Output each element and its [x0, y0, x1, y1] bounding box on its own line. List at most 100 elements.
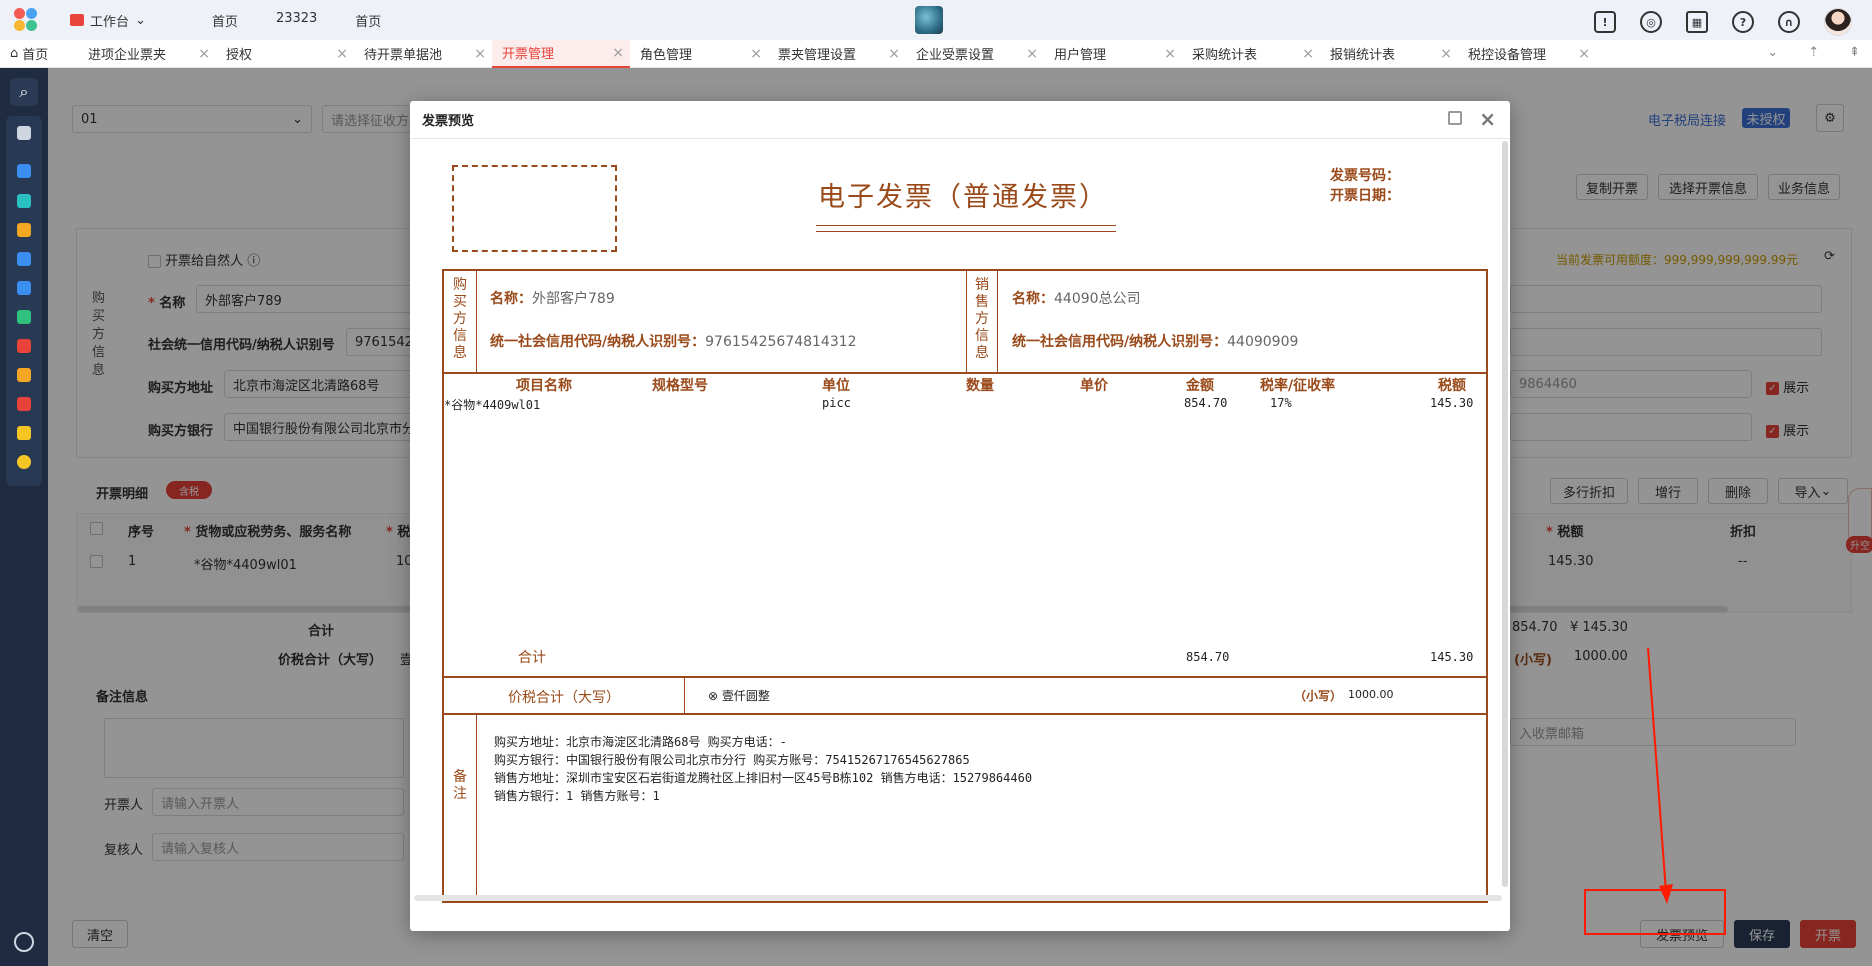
theme-icon[interactable]: ◎ [1640, 11, 1662, 33]
invoice-title: 电子发票（普通发票） [818, 182, 1108, 213]
remark-line-1: 购买方地址：北京市海淀区北清路68号 购买方电话：- [494, 735, 787, 749]
company-avatar[interactable] [915, 6, 943, 34]
tab-home[interactable]: ⌂ 首页 [0, 40, 78, 68]
close-icon[interactable]: × [612, 45, 624, 61]
sidebar: ⌕ [0, 68, 48, 966]
user-avatar[interactable] [1824, 8, 1852, 36]
col-tax: 税额 [1438, 378, 1466, 394]
file-icon[interactable] [17, 339, 31, 353]
col-spec: 规格型号 [652, 378, 708, 394]
top-nav-home-2[interactable]: 首页 [355, 11, 381, 30]
sum-label: 合计 [518, 650, 546, 666]
folder-icon[interactable] [17, 126, 31, 140]
col-item-name: 项目名称 [516, 378, 572, 394]
group-icon[interactable] [17, 368, 31, 382]
modal-horizontal-scrollbar[interactable] [414, 895, 1502, 901]
item-name: *谷物*4409wl01 [444, 398, 541, 412]
cube-icon[interactable] [17, 194, 31, 208]
item-table: 项目名称 规格型号 单位 数量 单价 金额 税率/征收率 税额 *谷物*4409… [444, 374, 1486, 674]
invoice-preview-modal: 发票预览 × 电子发票（普通发票） 发票号码： 开票日期： 购买方信息 销售方信… [410, 101, 1510, 931]
tab-auth[interactable]: 授权 × [216, 40, 354, 68]
item-unit: picc [822, 396, 851, 410]
tab-role-management[interactable]: 角色管理 × [630, 40, 768, 68]
item-tax: 145.30 [1430, 396, 1474, 410]
col-tax-rate: 税率/征收率 [1260, 378, 1336, 394]
maximize-icon[interactable] [1448, 111, 1462, 125]
modal-scrollbar[interactable] [1502, 141, 1508, 887]
title-underline-2 [816, 231, 1116, 232]
home-icon: ⌂ [10, 46, 19, 61]
book-icon[interactable] [17, 310, 31, 324]
settings-icon[interactable] [14, 932, 34, 952]
close-icon[interactable]: × [750, 46, 762, 62]
doc-icon[interactable] [17, 164, 31, 178]
sum-tax: 145.30 [1430, 650, 1474, 664]
top-nav-23323[interactable]: 23323 [276, 11, 317, 30]
close-icon[interactable]: × [336, 46, 348, 62]
coin-icon[interactable] [17, 455, 31, 469]
close-icon[interactable]: × [1026, 46, 1038, 62]
workspace-switcher[interactable]: 工作台 ⌄ [62, 7, 154, 34]
tab-bar: ⌂ 首页 进项企业票夹 × 授权 × 待开票单据池 × 开票管理 × 角色管理 × 票夹管… [0, 39, 1872, 68]
edit-icon[interactable] [17, 252, 31, 266]
collapse-icon[interactable]: ⇞ [1849, 45, 1860, 60]
tab-pending-pool[interactable]: 待开票单据池 × [354, 40, 492, 68]
tab-enterprise-receipt[interactable]: 企业受票设置 × [906, 40, 1044, 68]
seller-name-line: 名称：44090总公司 [1012, 291, 1141, 307]
invoice-frame: 购买方信息 销售方信息 名称：外部客户789 统一社会信用代码/纳税人识别号：9… [442, 269, 1488, 903]
tab-incoming-folder[interactable]: 进项企业票夹 × [78, 40, 216, 68]
tab-tax-device[interactable]: 税控设备管理 × [1458, 40, 1596, 68]
close-icon[interactable]: × [888, 46, 900, 62]
small-label: （小写） [1294, 689, 1343, 703]
chevron-down-icon: ⌄ [135, 12, 146, 28]
close-icon[interactable]: × [1479, 107, 1496, 131]
remark-vertical-label: 备注 [453, 769, 467, 802]
search-icon[interactable]: ⌕ [10, 78, 38, 106]
modal-title: 发票预览 [422, 114, 475, 129]
list-icon[interactable] [17, 426, 31, 440]
folder-red-icon[interactable] [17, 397, 31, 411]
tab-invoice-management[interactable]: 开票管理 × [492, 39, 630, 68]
col-unit-price: 单价 [1080, 378, 1108, 394]
close-icon[interactable]: × [1578, 46, 1590, 62]
seller-vertical-label: 销售方信息 [975, 277, 989, 361]
title-underline [816, 225, 1116, 226]
seller-name-value: 44090总公司 [1054, 291, 1141, 307]
workspace-label: 工作台 [90, 14, 130, 30]
support-icon[interactable]: ∩ [1778, 11, 1800, 33]
close-icon[interactable]: × [1440, 46, 1452, 62]
item-amount: 854.70 [1184, 396, 1228, 410]
tab-folder-settings[interactable]: 票夹管理设置 × [768, 40, 906, 68]
user-icon[interactable] [17, 223, 31, 237]
remark-line-3: 销售方地址：深圳市宝安区石岩街道龙腾社区上排旧村一区45号B栋102 销售方电话… [494, 771, 1033, 785]
top-nav-home[interactable]: 首页 [212, 11, 238, 30]
seal-placeholder [452, 165, 617, 252]
buyer-credit-value: 97615425674814312 [705, 334, 857, 350]
close-icon[interactable]: × [1302, 46, 1314, 62]
message-icon[interactable]: ! [1594, 11, 1616, 33]
modal-header: 发票预览 × [410, 101, 1510, 139]
calendar-icon[interactable]: ▦ [1686, 11, 1708, 33]
close-icon[interactable]: × [474, 46, 486, 62]
invoice-date-label: 开票日期： [1330, 188, 1400, 204]
col-amount: 金额 [1186, 378, 1214, 394]
tab-reimburse-stats[interactable]: 报销统计表 × [1320, 40, 1458, 68]
buyer-name-line: 名称：外部客户789 [490, 291, 615, 307]
sum-amount: 854.70 [1186, 650, 1230, 664]
remark-line-4: 销售方银行：1 销售方账号：1 [494, 789, 660, 803]
close-icon[interactable]: × [198, 46, 210, 62]
col-quantity: 数量 [966, 378, 994, 394]
tab-user-management[interactable]: 用户管理 × [1044, 40, 1182, 68]
small-value: 1000.00 [1348, 688, 1394, 701]
top-bar: 工作台 ⌄ 首页 23323 首页 ! ◎ ▦ ? ∩ [0, 0, 1872, 40]
help-icon[interactable]: ? [1732, 11, 1754, 33]
briefcase-icon[interactable] [17, 281, 31, 295]
upload-icon[interactable]: ⇡ [1808, 45, 1819, 60]
chevron-down-icon[interactable]: ⌄ [1767, 45, 1778, 60]
buyer-credit-line: 统一社会信用代码/纳税人识别号：97615425674814312 [490, 334, 857, 350]
tab-purchase-stats[interactable]: 采购统计表 × [1182, 40, 1320, 68]
app-logo-icon[interactable] [12, 6, 40, 34]
cap-value: ⊗ 壹仟圆整 [708, 689, 770, 703]
close-icon[interactable]: × [1164, 46, 1176, 62]
seller-credit-value: 44090909 [1227, 334, 1299, 350]
